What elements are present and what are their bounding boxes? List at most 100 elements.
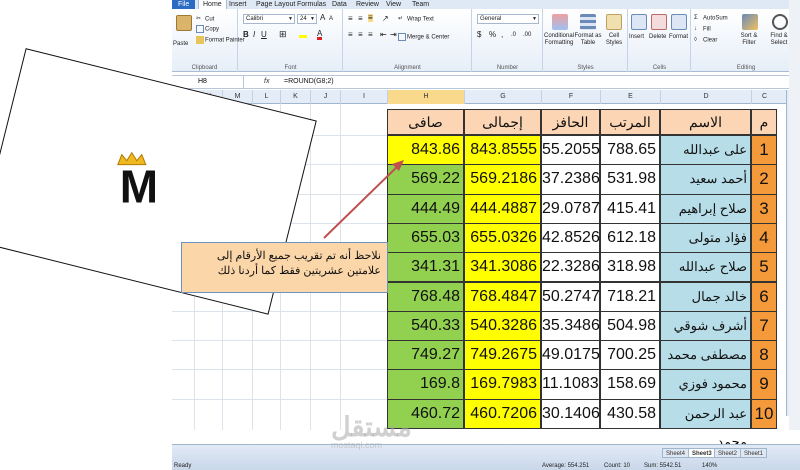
tab-review[interactable]: Review bbox=[356, 0, 379, 9]
cell-total[interactable]: 460.7206 bbox=[464, 398, 541, 429]
cell-salary[interactable]: 788.65 bbox=[600, 135, 660, 166]
outdent-icon[interactable]: ⇥ bbox=[390, 31, 397, 39]
cell-salary[interactable]: 504.98 bbox=[600, 310, 660, 342]
borders-icon[interactable]: ⊞ bbox=[279, 30, 287, 39]
cell-salary[interactable]: 612.18 bbox=[600, 222, 660, 254]
cell-salary[interactable]: 531.98 bbox=[600, 164, 660, 195]
cell-name[interactable]: أشرف شوقي bbox=[660, 310, 751, 342]
fill-button[interactable]: ↓ Fill bbox=[694, 25, 711, 34]
column-header[interactable]: F bbox=[541, 90, 600, 104]
cell-name[interactable]: عبد الرحمن محمد bbox=[660, 398, 751, 449]
cell-total[interactable]: 749.2675 bbox=[464, 340, 541, 371]
cell-bonus[interactable]: 49.0175 bbox=[541, 340, 600, 371]
cell-net[interactable]: 749.27 bbox=[387, 340, 464, 371]
tab-view[interactable]: View bbox=[386, 0, 401, 9]
cell-total[interactable]: 341.3086 bbox=[464, 252, 541, 283]
cell-bonus[interactable]: 29.0787 bbox=[541, 193, 600, 224]
align-left-icon[interactable]: ≡ bbox=[348, 31, 353, 39]
column-header[interactable]: E bbox=[600, 90, 660, 104]
autosum-button[interactable]: Σ AutoSum bbox=[694, 14, 728, 23]
header-salary[interactable]: المرتب bbox=[600, 109, 660, 135]
font-name-combo[interactable]: Calibri ▼ bbox=[243, 14, 295, 24]
delete-button[interactable]: Delete bbox=[649, 33, 666, 41]
cell-total[interactable]: 444.4887 bbox=[464, 193, 541, 224]
italic-button[interactable]: I bbox=[253, 31, 255, 39]
column-header-selected[interactable]: H bbox=[387, 90, 464, 104]
column-header[interactable]: D bbox=[660, 90, 751, 104]
cell-name[interactable]: محمود فوزي bbox=[660, 369, 751, 400]
increase-decimal-icon[interactable]: .0 bbox=[511, 31, 516, 39]
cell-name[interactable]: مصطفى محمد bbox=[660, 340, 751, 371]
bold-button[interactable]: B bbox=[243, 31, 249, 39]
header-name[interactable]: الاسم bbox=[660, 109, 751, 135]
formula-input[interactable]: =ROUND(G8;2) bbox=[284, 76, 334, 88]
align-top-icon[interactable]: ≡ bbox=[348, 15, 353, 23]
cell-bonus[interactable]: 50.2747 bbox=[541, 281, 600, 312]
sort-filter-button[interactable]: Sort & Filter bbox=[736, 33, 762, 47]
cell-bonus[interactable]: 22.3286 bbox=[541, 252, 600, 283]
sheet-tab-active[interactable]: Sheet3 bbox=[688, 448, 716, 458]
grow-font-button[interactable]: A bbox=[320, 14, 325, 22]
cell-index[interactable]: 3 bbox=[751, 193, 777, 224]
cell-salary[interactable]: 318.98 bbox=[600, 252, 660, 283]
cell-index[interactable]: 2 bbox=[751, 164, 777, 195]
insert-button[interactable]: Insert bbox=[629, 33, 644, 41]
cell-bonus[interactable]: 42.8526 bbox=[541, 222, 600, 254]
copy-button[interactable]: Copy bbox=[196, 25, 219, 34]
sheet-tab[interactable]: Sheet4 bbox=[662, 448, 690, 458]
header-bonus[interactable]: الحافز bbox=[541, 109, 600, 135]
cell-salary[interactable]: 430.58 bbox=[600, 398, 660, 429]
column-header[interactable]: C bbox=[751, 90, 777, 104]
fill-color-button[interactable] bbox=[299, 30, 308, 39]
cell-total[interactable]: 169.7983 bbox=[464, 369, 541, 400]
vertical-scrollbar[interactable] bbox=[789, 0, 800, 430]
column-header[interactable]: G bbox=[464, 90, 541, 104]
tab-formulas[interactable]: Formulas bbox=[297, 0, 326, 9]
tab-team[interactable]: Team bbox=[412, 0, 429, 9]
cell-net[interactable]: 768.48 bbox=[387, 281, 464, 312]
cell-bonus[interactable]: 35.3486 bbox=[541, 310, 600, 342]
cell-bonus[interactable]: 30.1406 bbox=[541, 398, 600, 429]
number-format-combo[interactable]: General ▼ bbox=[477, 14, 539, 24]
cut-button[interactable]: ✂ Cut bbox=[196, 15, 214, 24]
cell-name[interactable]: صلاح إبراهيم bbox=[660, 193, 751, 224]
indent-icon[interactable]: ⇤ bbox=[380, 31, 387, 39]
header-net-salary[interactable]: صافى المرتب bbox=[387, 109, 464, 154]
orientation-icon[interactable]: ↗ bbox=[382, 15, 389, 23]
cell-salary[interactable]: 718.21 bbox=[600, 281, 660, 312]
shrink-font-button[interactable]: A bbox=[329, 15, 333, 23]
tab-home[interactable]: Home bbox=[198, 0, 227, 9]
cell-index[interactable]: 6 bbox=[751, 281, 777, 312]
sheet-tab[interactable]: Sheet2 bbox=[714, 448, 742, 458]
cell-name[interactable]: أحمد سعيد bbox=[660, 164, 751, 195]
cell-total[interactable]: 768.4847 bbox=[464, 281, 541, 312]
align-right-icon[interactable]: ≡ bbox=[368, 31, 373, 39]
cell-name[interactable]: خالد جمال bbox=[660, 281, 751, 312]
align-bottom-icon[interactable]: ≡ bbox=[368, 14, 373, 22]
cell-bonus[interactable]: 37.2386 bbox=[541, 164, 600, 195]
cell-index[interactable]: 9 bbox=[751, 369, 777, 400]
cell-index[interactable]: 10 bbox=[751, 398, 777, 429]
cell-index[interactable]: 5 bbox=[751, 252, 777, 283]
underline-button[interactable]: U bbox=[261, 31, 267, 39]
column-header[interactable]: L bbox=[252, 90, 280, 104]
cell-net[interactable]: 169.8 bbox=[387, 369, 464, 400]
currency-icon[interactable]: $ bbox=[477, 31, 481, 39]
percent-icon[interactable]: % bbox=[489, 31, 496, 39]
format-as-table-button[interactable]: Format as Table bbox=[574, 33, 602, 47]
tab-data[interactable]: Data bbox=[332, 0, 347, 9]
paste-button[interactable]: Paste bbox=[173, 40, 188, 48]
cell-bonus[interactable]: 55.2055 bbox=[541, 135, 600, 166]
cell-name[interactable]: فؤاد متولى bbox=[660, 222, 751, 254]
cell-salary[interactable]: 415.41 bbox=[600, 193, 660, 224]
cell-index[interactable]: 1 bbox=[751, 135, 777, 166]
cell-salary[interactable]: 158.69 bbox=[600, 369, 660, 400]
cell-net[interactable]: 540.33 bbox=[387, 310, 464, 342]
cell-name[interactable]: على عبدالله bbox=[660, 135, 751, 166]
align-middle-icon[interactable]: ≡ bbox=[358, 15, 363, 23]
merge-center-button[interactable]: Merge & Center bbox=[398, 33, 449, 42]
cell-styles-button[interactable]: Cell Styles bbox=[602, 33, 626, 47]
cell-name[interactable]: صلاح عبدالله bbox=[660, 252, 751, 283]
tab-file[interactable]: File bbox=[172, 0, 196, 9]
wrap-text-button[interactable]: ↵ Wrap Text bbox=[398, 15, 434, 24]
